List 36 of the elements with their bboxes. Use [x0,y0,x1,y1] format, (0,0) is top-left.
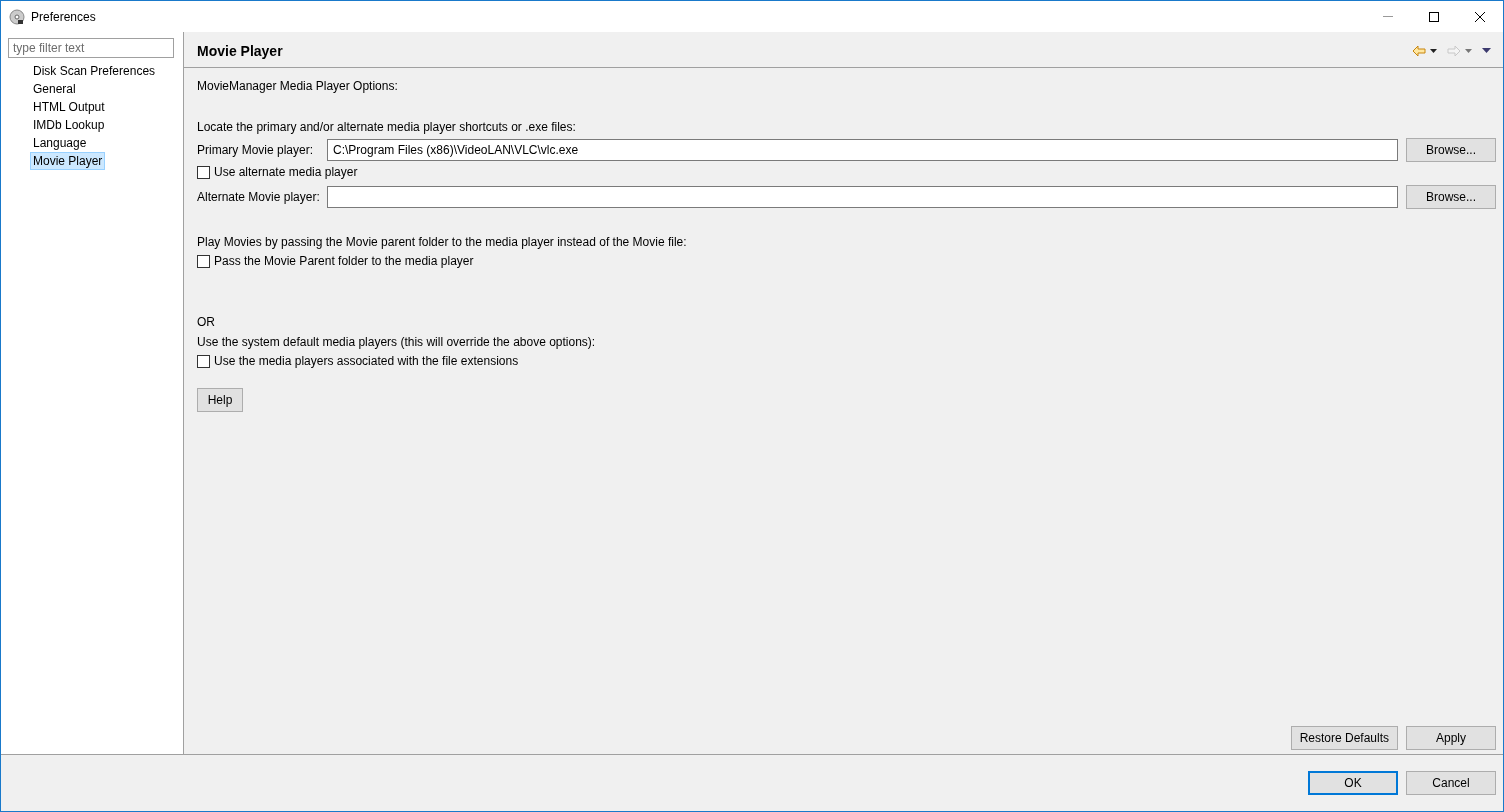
tree-item[interactable]: Movie Player [30,152,106,170]
window-title: Preferences [31,9,97,24]
tree-item[interactable]: IMDb Lookup [30,116,108,134]
tree-item[interactable]: Language [30,134,90,152]
path-field[interactable]: C:\Program Files (x86)\VideoLAN\VLC\vlc.exe [327,139,1398,161]
tree-item[interactable]: Disk Scan Preferences [30,62,159,80]
close-icon[interactable] [1475,11,1485,22]
apply-button[interactable]: Apply [1406,726,1496,750]
restore-defaults-button[interactable]: Restore Defaults [1290,726,1398,750]
section-label: Locate the primary and/or alternate media player shortcuts or .exe files: [197,119,576,136]
help-button[interactable]: Help [197,388,243,412]
dropdown-icon[interactable] [1430,48,1437,53]
checkbox[interactable] [197,354,210,368]
tree-item[interactable]: General [30,80,79,98]
disc-icon [9,8,25,25]
checkbox[interactable] [197,254,210,268]
field-label: Primary Movie player: [197,143,315,157]
page-title: Movie Player [197,42,284,59]
section-label: OR [197,314,215,331]
browse-button[interactable]: Browse... [1406,138,1496,162]
tree-item[interactable]: HTML Output [30,98,108,116]
maximize-icon[interactable] [1429,11,1439,22]
filter-field[interactable]: type filter text [8,38,174,58]
dialog-button[interactable]: OK [1308,771,1398,795]
menu-icon[interactable] [1482,48,1491,53]
checkbox[interactable] [197,165,210,179]
checkbox-label: Use alternate media player [214,165,358,179]
checkbox-label: Use the media players associated with the file extensions [214,354,519,368]
field-label: Alternate Movie player: [197,190,319,204]
path-field[interactable] [327,186,1398,208]
section-label: MovieManager Media Player Options: [197,78,398,95]
checkbox-label: Pass the Movie Parent folder to the media player [214,254,474,268]
section-label: Use the system default media players (this will override the above options): [197,334,596,351]
dialog-button[interactable]: Cancel [1406,771,1496,795]
section-label: Play Movies by passing the Movie parent folder to the media player instead of the Movie file: [197,234,687,251]
browse-button[interactable]: Browse... [1406,185,1496,209]
